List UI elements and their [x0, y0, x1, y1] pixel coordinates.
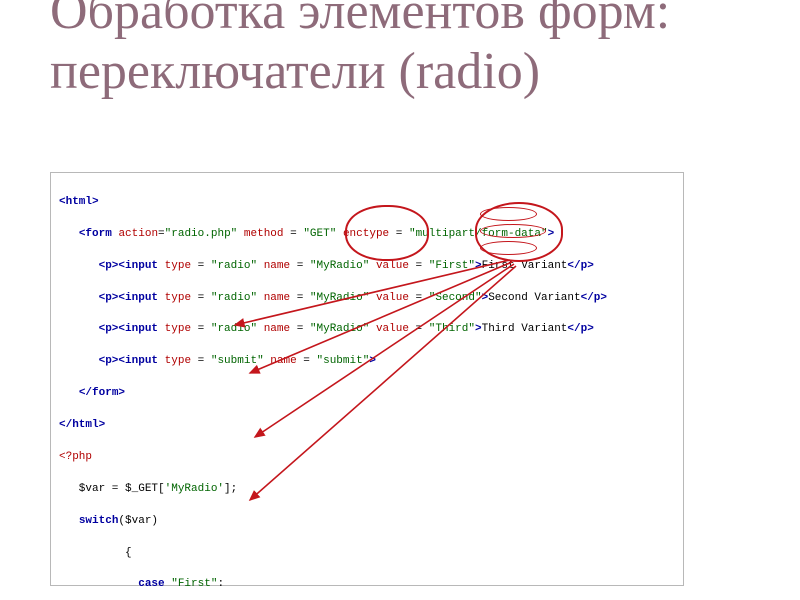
- code-block: <html> <form action="radio.php" method =…: [50, 172, 684, 586]
- slide: Обработка элементов форм: переключатели …: [0, 0, 800, 600]
- slide-title: Обработка элементов форм: переключатели …: [50, 0, 770, 102]
